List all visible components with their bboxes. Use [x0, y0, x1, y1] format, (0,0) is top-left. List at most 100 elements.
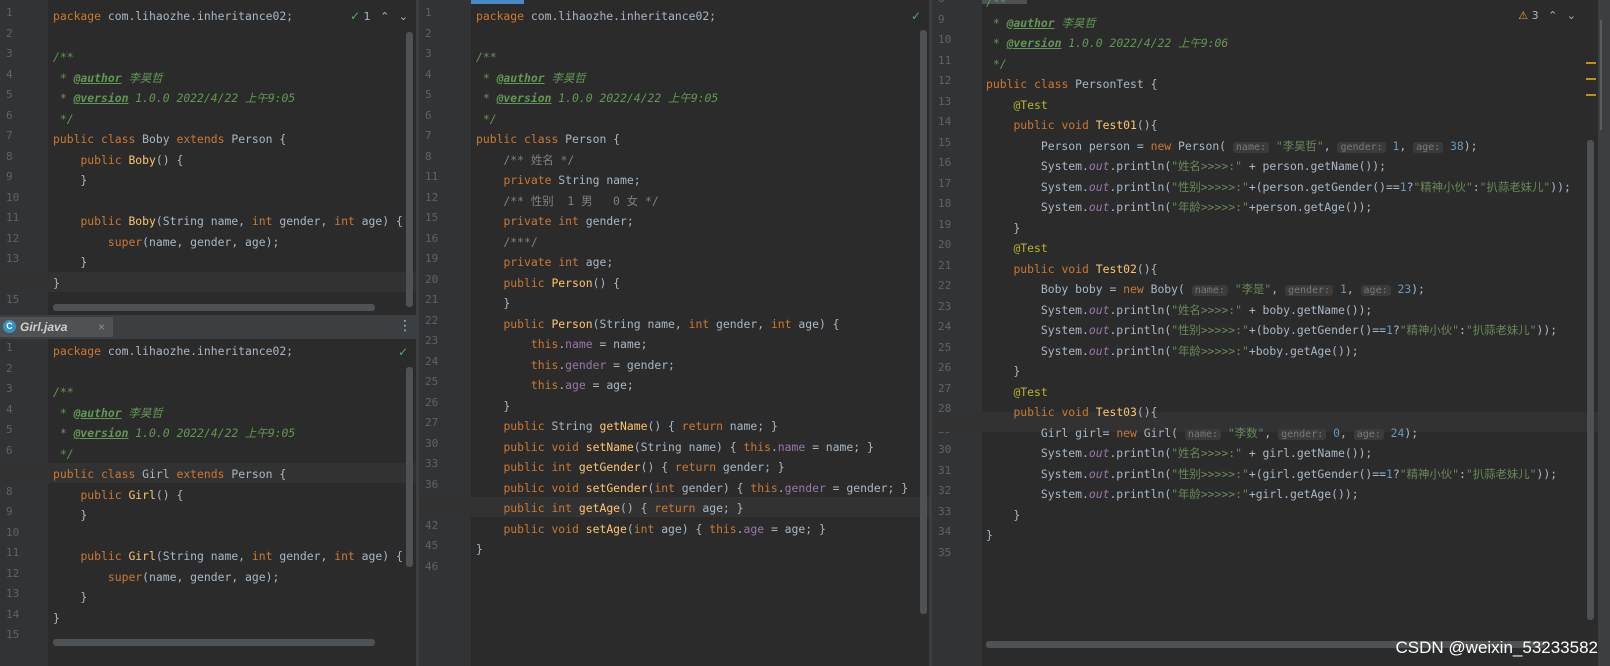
- code-line[interactable]: System.out.println("姓名>>>>:" + boby.getN…: [986, 300, 1372, 320]
- code-line[interactable]: * @author 李昊哲: [986, 13, 1096, 33]
- code-line[interactable]: }: [476, 539, 483, 559]
- code-line[interactable]: /**: [476, 47, 497, 67]
- code-line[interactable]: super(name, gender, age);: [53, 567, 279, 587]
- code-line[interactable]: /** 姓名 */: [476, 150, 574, 170]
- code-line[interactable]: Person person = new Person( name: "李昊哲",…: [986, 136, 1477, 156]
- code-line[interactable]: this.gender = gender;: [476, 355, 675, 375]
- chevron-up-icon[interactable]: ⌃: [380, 10, 389, 23]
- code-line[interactable]: }: [53, 587, 87, 607]
- code-line[interactable]: }: [476, 293, 510, 313]
- code-line[interactable]: */: [53, 109, 74, 129]
- code-line[interactable]: @Test: [986, 238, 1047, 258]
- chevron-up-icon[interactable]: ⌃: [1548, 9, 1557, 22]
- code-line[interactable]: System.out.println("年龄>>>>>:"+boby.getAg…: [986, 341, 1359, 361]
- code-area[interactable]: /** * @author 李昊哲 * @version 1.0.0 2022/…: [986, 0, 1596, 666]
- code-line[interactable]: public class Boby extends Person {: [53, 129, 286, 149]
- code-line[interactable]: System.out.println("年龄>>>>>:"+girl.getAg…: [986, 484, 1359, 504]
- code-line[interactable]: public String getName() { return name; }: [476, 416, 777, 436]
- code-line[interactable]: }: [53, 273, 60, 293]
- code-line[interactable]: public Boby() {: [53, 150, 183, 170]
- code-line[interactable]: */: [986, 54, 1007, 74]
- code-line[interactable]: public Person(String name, int gender, i…: [476, 314, 839, 334]
- code-line[interactable]: }: [53, 608, 60, 628]
- code-line[interactable]: public Girl() {: [53, 485, 183, 505]
- code-line[interactable]: public int getGender() { return gender; …: [476, 457, 784, 477]
- vertical-scrollbar[interactable]: [920, 30, 927, 614]
- code-line[interactable]: /***/: [476, 232, 537, 252]
- code-line[interactable]: System.out.println("姓名>>>>:" + person.ge…: [986, 156, 1386, 176]
- code-line[interactable]: }: [986, 218, 1020, 238]
- chevron-down-icon[interactable]: ⌄: [399, 10, 408, 23]
- code-line[interactable]: this.name = name;: [476, 334, 648, 354]
- code-line[interactable]: public void setGender(int gender) { this…: [476, 478, 908, 498]
- code-line[interactable]: public void setAge(int age) { this.age =…: [476, 519, 825, 539]
- vertical-scrollbar[interactable]: [406, 32, 413, 307]
- code-line[interactable]: private String name;: [476, 170, 640, 190]
- code-line[interactable]: public void Test01(){: [986, 115, 1157, 135]
- inspection-widget[interactable]: ✓ 1 ⌃ ⌄: [350, 9, 408, 23]
- code-line[interactable]: /**: [986, 0, 1007, 12]
- close-icon[interactable]: ×: [98, 317, 105, 337]
- code-line[interactable]: System.out.println("性别>>>>>:"+(girl.getG…: [986, 464, 1557, 484]
- code-line[interactable]: }: [476, 396, 510, 416]
- editor-person-test[interactable]: 8910111213141516171819202122232425262728…: [932, 0, 1610, 666]
- code-line[interactable]: this.age = age;: [476, 375, 634, 395]
- code-line[interactable]: public class PersonTest {: [986, 74, 1157, 94]
- code-line[interactable]: * @author 李昊哲: [53, 403, 163, 423]
- code-line[interactable]: */: [53, 444, 74, 464]
- database-icon[interactable]: [1600, 20, 1608, 130]
- code-line[interactable]: private int age;: [476, 252, 613, 272]
- code-line[interactable]: public Girl(String name, int gender, int…: [53, 546, 402, 566]
- code-line[interactable]: /**: [53, 47, 74, 67]
- code-line[interactable]: public class Person {: [476, 129, 620, 149]
- code-line[interactable]: public int getAge() { return age; }: [476, 498, 743, 518]
- code-area[interactable]: package com.lihaozhe.inheritance02; /** *…: [476, 6, 919, 666]
- code-line[interactable]: package com.lihaozhe.inheritance02;: [53, 341, 293, 361]
- code-line[interactable]: System.out.println("性别>>>>>:"+(person.ge…: [986, 177, 1571, 197]
- code-line[interactable]: System.out.println("姓名>>>>:" + girl.getN…: [986, 443, 1372, 463]
- editor-person[interactable]: 1 2 3 4 5 6 7 8 11 12 15 16 19 20 21 22 23 24 25 26 27 30 33 36…: [419, 0, 929, 666]
- code-line[interactable]: }: [986, 361, 1020, 381]
- code-line[interactable]: * @author 李昊哲: [476, 68, 586, 88]
- code-line[interactable]: package com.lihaozhe.inheritance02;: [476, 6, 716, 26]
- editor-girl[interactable]: 123456789101112131415 package com.lihaoz…: [0, 339, 416, 666]
- chevron-down-icon[interactable]: ⌄: [1567, 9, 1576, 22]
- code-line[interactable]: * @version 1.0.0 2022/4/22 上午9:05: [476, 88, 718, 108]
- code-line[interactable]: }: [986, 525, 993, 545]
- code-line[interactable]: private int gender;: [476, 211, 633, 231]
- code-line[interactable]: package com.lihaozhe.inheritance02;: [53, 6, 293, 26]
- vertical-scrollbar[interactable]: [406, 367, 413, 567]
- horizontal-scrollbar[interactable]: [53, 304, 375, 311]
- code-line[interactable]: System.out.println("年龄>>>>>:"+person.get…: [986, 197, 1372, 217]
- code-area[interactable]: package com.lihaozhe.inheritance02; /** *…: [53, 341, 404, 666]
- vertical-scrollbar[interactable]: [1587, 140, 1594, 620]
- editor-boby[interactable]: 123456789101112131415 package com.lihaoz…: [0, 0, 416, 315]
- code-line[interactable]: /**: [53, 382, 74, 402]
- code-line[interactable]: }: [53, 505, 87, 525]
- code-line[interactable]: * @version 1.0.0 2022/4/22 上午9:06: [986, 33, 1228, 53]
- code-line[interactable]: * @author 李昊哲: [53, 68, 163, 88]
- horizontal-scrollbar[interactable]: [53, 639, 375, 646]
- code-line[interactable]: Girl girl= new Girl( name: "李数", gender:…: [986, 423, 1418, 443]
- code-line[interactable]: @Test: [986, 382, 1047, 402]
- code-area[interactable]: package com.lihaozhe.inheritance02; /** *…: [53, 6, 404, 315]
- code-line[interactable]: Boby boby = new Boby( name: "李是", gender…: [986, 279, 1425, 299]
- code-line[interactable]: */: [476, 109, 497, 129]
- code-line[interactable]: /** 性别 1 男 0 女 */: [476, 191, 658, 211]
- code-line[interactable]: public void setName(String name) { this.…: [476, 437, 873, 457]
- code-line[interactable]: super(name, gender, age);: [53, 232, 279, 252]
- code-line[interactable]: public void Test02(){: [986, 259, 1157, 279]
- more-options-icon[interactable]: ⋮: [398, 318, 412, 334]
- code-line[interactable]: public Boby(String name, int gender, int…: [53, 211, 402, 231]
- code-line[interactable]: public class Girl extends Person {: [53, 464, 286, 484]
- code-line[interactable]: @Test: [986, 95, 1047, 115]
- code-line[interactable]: public void Test03(){: [986, 402, 1157, 422]
- code-line[interactable]: * @version 1.0.0 2022/4/22 上午9:05: [53, 423, 295, 443]
- code-line[interactable]: }: [53, 170, 87, 190]
- inspection-widget[interactable]: ⚠ 3 ⌃ ⌄: [1518, 9, 1576, 22]
- code-line[interactable]: }: [53, 252, 87, 272]
- code-line[interactable]: }: [986, 505, 1020, 525]
- code-line[interactable]: * @version 1.0.0 2022/4/22 上午9:05: [53, 88, 295, 108]
- code-line[interactable]: System.out.println("性别>>>>>:"+(boby.getG…: [986, 320, 1557, 340]
- code-line[interactable]: public Person() {: [476, 273, 620, 293]
